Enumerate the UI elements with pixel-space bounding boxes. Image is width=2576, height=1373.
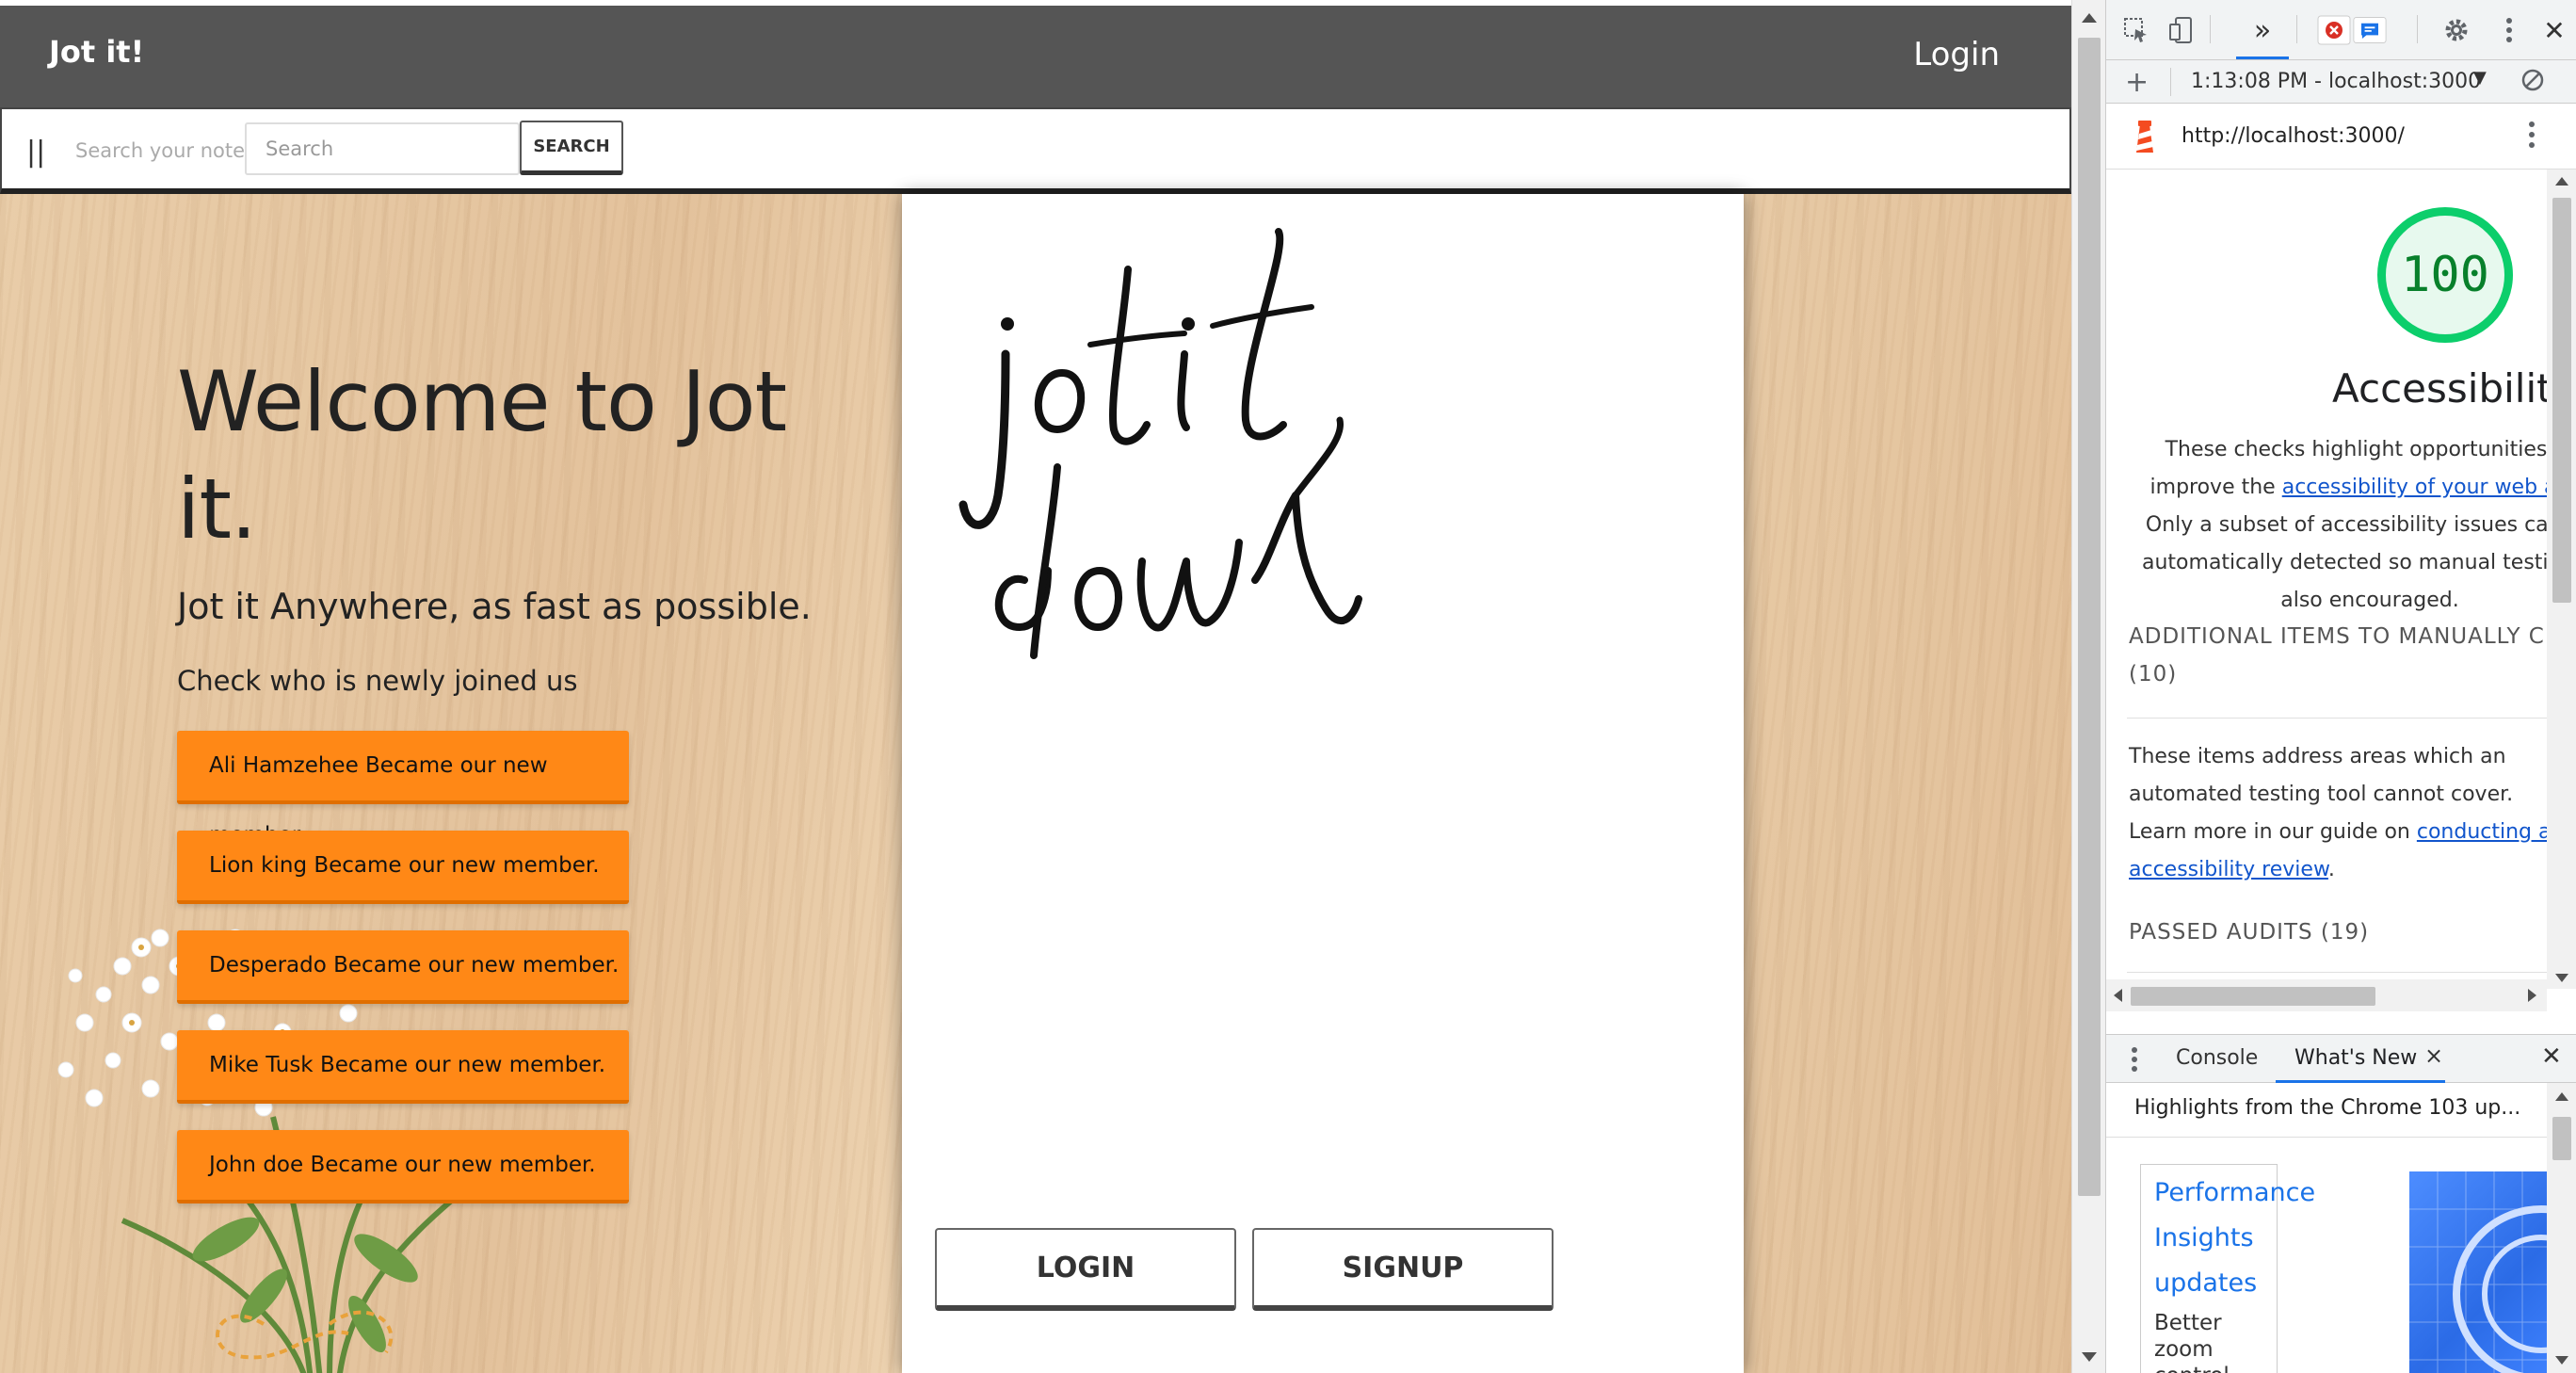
jot-it-down-logo — [958, 228, 1362, 659]
close-tab-icon[interactable]: × — [2424, 1042, 2443, 1069]
signup-button[interactable]: SIGNUP — [1252, 1228, 1554, 1311]
new-member-item[interactable]: Lion king Became our new member. — [177, 831, 629, 904]
add-report-icon[interactable]: + — [2125, 66, 2149, 99]
lighthouse-report-bar: + 1:13:08 PM - localhost:3000 ▼ — [2106, 60, 2576, 104]
menu-toggle-icon[interactable]: || — [26, 136, 45, 169]
search-bar: || Search your notes SEARCH — [0, 107, 2071, 194]
passed-audits-heading[interactable]: PASSED AUDITS (19) — [2129, 913, 2369, 951]
scroll-up-icon[interactable] — [2082, 13, 2097, 23]
whats-new-scrollbar[interactable] — [2547, 1083, 2576, 1373]
category-description: These checks highlight opportunities to … — [2125, 431, 2547, 620]
card-title[interactable]: Performance Insights updates — [2154, 1171, 2315, 1306]
clear-icon[interactable] — [2520, 68, 2545, 98]
report-menu-icon[interactable] — [2528, 121, 2536, 154]
scroll-down-icon[interactable] — [2082, 1352, 2097, 1362]
device-toolbar-icon[interactable] — [2165, 13, 2198, 47]
nav-login-link[interactable]: Login — [1913, 36, 2000, 73]
tagline: Jot it Anywhere, as fast as possible. — [177, 586, 812, 627]
error-badge-icon[interactable] — [2317, 13, 2351, 47]
manual-checks-description: These items address areas which an autom… — [2129, 738, 2547, 889]
drawer-tabbar: Console What's New × ✕ — [2106, 1034, 2576, 1083]
category-title: Accessibility — [2332, 365, 2547, 412]
new-member-item[interactable]: Desperado Became our new member. — [177, 930, 629, 1004]
lighthouse-icon — [2133, 119, 2157, 160]
search-input[interactable] — [245, 122, 520, 175]
search-button[interactable]: SEARCH — [520, 121, 623, 175]
auth-panel: LOGIN SIGNUP — [902, 194, 1744, 1373]
scroll-up-icon[interactable] — [2555, 177, 2568, 186]
manual-checks-count: (10) — [2129, 662, 2178, 686]
report-horizontal-scrollbar[interactable] — [2106, 979, 2547, 1011]
toolbar-divider — [2296, 15, 2297, 43]
scrollbar-thumb[interactable] — [2078, 38, 2101, 1196]
close-devtools-icon[interactable]: ✕ — [2537, 13, 2571, 47]
section-divider — [2127, 972, 2547, 973]
scroll-up-icon[interactable] — [2555, 1092, 2568, 1101]
login-button[interactable]: LOGIN — [935, 1228, 1236, 1311]
scrollbar-thumb[interactable] — [2552, 198, 2571, 603]
report-url: http://localhost:3000/ — [2182, 124, 2405, 148]
card-text: Better zoom control, improved — [2154, 1311, 2236, 1373]
search-label: Search your notes — [75, 139, 255, 162]
passed-audits-title: PASSED AUDITS — [2129, 920, 2313, 945]
scrollbar-thumb[interactable] — [2131, 987, 2375, 1006]
toolbar-divider — [2417, 15, 2418, 43]
whats-new-illustration — [2409, 1171, 2551, 1373]
hero-section: Welcome to Jot it. Jot it Anywhere, as f… — [0, 194, 2071, 1373]
scrollbar-thumb[interactable] — [2552, 1117, 2571, 1160]
toolbar-divider — [2210, 15, 2211, 43]
devtools-panel: » ✕ + 1:13:08 PM - localhost:3000 ▼ http… — [2105, 0, 2576, 1373]
section-divider — [2127, 718, 2547, 719]
welcome-heading: Welcome to Jot it. — [177, 353, 787, 557]
top-navbar: Jot it! Login — [0, 6, 2071, 107]
scroll-down-icon[interactable] — [2555, 974, 2568, 982]
lighthouse-report: 100 Accessibility These checks highlight… — [2106, 170, 2547, 979]
scroll-left-icon[interactable] — [2114, 989, 2122, 1002]
more-tabs-icon[interactable]: » — [2246, 13, 2279, 47]
brand-logo[interactable]: Jot it! — [49, 34, 144, 70]
message-badge-icon[interactable] — [2353, 13, 2387, 47]
manual-checks-title: ADDITIONAL ITEMS TO MANUALLY CHECK — [2129, 624, 2547, 649]
scroll-down-icon[interactable] — [2555, 1356, 2568, 1365]
report-vertical-scrollbar[interactable] — [2547, 170, 2576, 989]
inspect-element-icon[interactable] — [2119, 13, 2153, 47]
report-select[interactable]: 1:13:08 PM - localhost:3000 — [2191, 70, 2481, 93]
description-text: . — [2327, 858, 2335, 881]
app-viewport: Jot it! Login || Search your notes SEARC… — [0, 0, 2071, 1373]
manual-checks-heading[interactable]: ADDITIONAL ITEMS TO MANUALLY CHECK — [2129, 618, 2547, 655]
close-drawer-icon[interactable]: ✕ — [2541, 1042, 2562, 1071]
new-member-item[interactable]: Mike Tusk Became our new member. — [177, 1030, 629, 1104]
passed-audits-count: (19) — [2320, 920, 2370, 945]
whats-new-card[interactable]: Performance Insights updates Better zoom… — [2140, 1164, 2315, 1373]
accessibility-score-gauge: 100 — [2377, 207, 2513, 343]
devtools-toolbar: » ✕ — [2106, 0, 2576, 60]
new-member-item[interactable]: John doe Became our new member. — [177, 1130, 629, 1203]
new-members-heading: Check who is newly joined us — [177, 665, 578, 697]
settings-icon[interactable] — [2439, 13, 2473, 47]
new-member-item[interactable]: Ali Hamzehee Became our new member. — [177, 731, 629, 848]
kebab-menu-icon[interactable] — [2492, 13, 2526, 47]
accessibility-link[interactable]: accessibility of your web app — [2282, 476, 2547, 499]
lighthouse-url-bar: http://localhost:3000/ — [2106, 104, 2576, 170]
drawer-menu-icon[interactable] — [2131, 1046, 2138, 1078]
scroll-right-icon[interactable] — [2528, 989, 2536, 1002]
tab-console[interactable]: Console — [2176, 1046, 2258, 1070]
page-scrollbar[interactable] — [2071, 0, 2105, 1373]
tab-whats-new[interactable]: What's New — [2294, 1046, 2417, 1070]
whats-new-highlights: Highlights from the Chrome 103 up... — [2106, 1083, 2547, 1138]
toolbar-divider — [2170, 68, 2171, 96]
dropdown-arrow-icon[interactable]: ▼ — [2473, 68, 2487, 88]
active-tab-indicator — [2236, 57, 2289, 59]
